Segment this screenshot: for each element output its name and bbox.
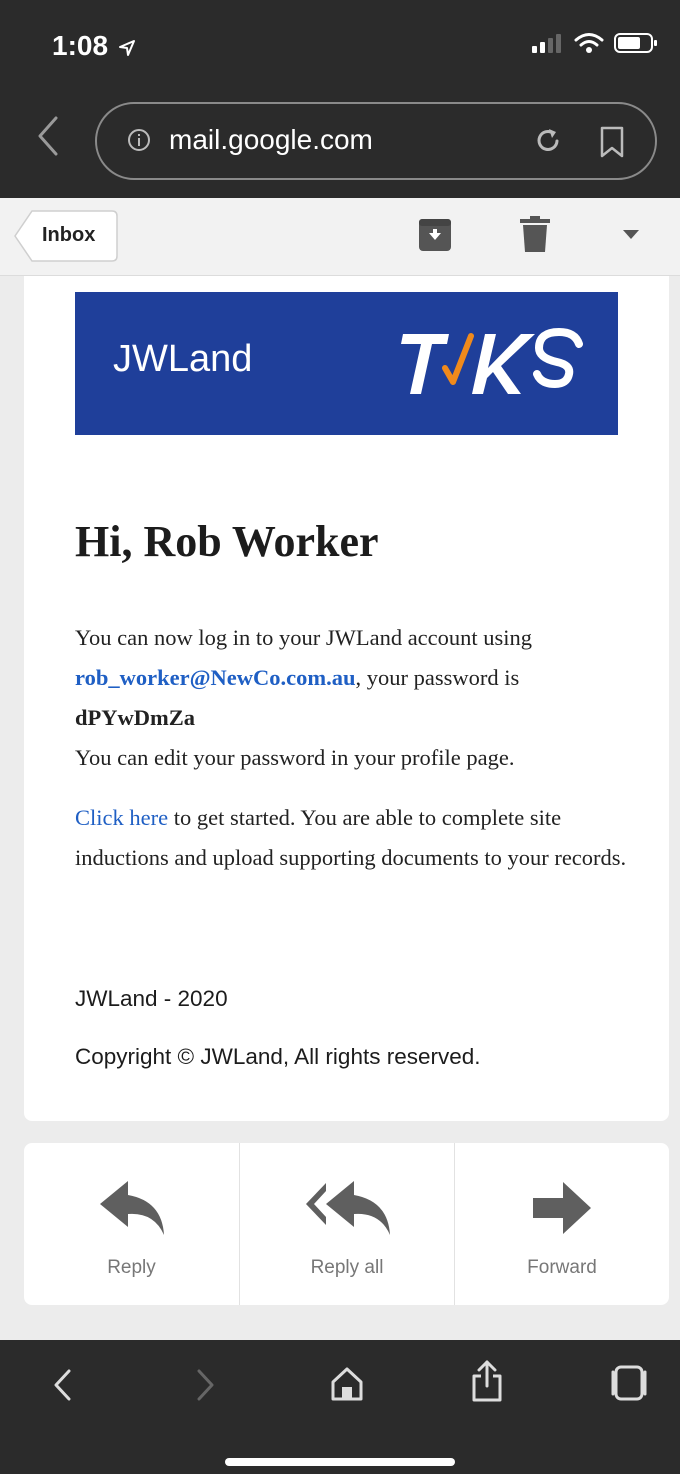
get-started-paragraph: Click here to get started. You are able … bbox=[75, 798, 635, 878]
archive-icon[interactable] bbox=[418, 218, 452, 252]
banner-brand: JWLand bbox=[113, 338, 253, 380]
email-address-link[interactable]: rob_worker@NewCo.com.au bbox=[75, 665, 355, 690]
message-actions: Reply Reply all Forward bbox=[24, 1143, 669, 1305]
forward-button[interactable]: Forward bbox=[454, 1143, 669, 1305]
inbox-back-button[interactable]: Inbox bbox=[14, 210, 118, 262]
status-bar: 1:08 bbox=[0, 0, 680, 90]
password-value: dPYwDmZa bbox=[75, 705, 196, 730]
forward-label: Forward bbox=[527, 1257, 597, 1278]
home-indicator bbox=[225, 1458, 455, 1466]
login-paragraph: You can now log in to your JWLand accoun… bbox=[75, 618, 635, 778]
reply-all-button[interactable]: Reply all bbox=[239, 1143, 454, 1305]
email-view: JWLand Hi, Rob Worker You can now log in… bbox=[0, 276, 680, 1340]
greeting-heading: Hi, Rob Worker bbox=[75, 517, 379, 566]
reply-icon bbox=[99, 1181, 164, 1235]
signal-icon bbox=[532, 34, 561, 53]
browser-bottom-bar bbox=[0, 1340, 680, 1474]
footer-brand: JWLand - 2020 bbox=[75, 986, 228, 1011]
click-here-link[interactable]: Click here bbox=[75, 805, 168, 830]
status-indicators bbox=[532, 32, 658, 54]
reply-all-icon bbox=[306, 1181, 390, 1235]
edit-password-text: You can edit your password in your profi… bbox=[75, 745, 515, 770]
share-icon[interactable] bbox=[471, 1360, 503, 1402]
copyright-text: Copyright © JWLand, All rights reserved. bbox=[75, 1044, 481, 1069]
home-icon[interactable] bbox=[330, 1366, 364, 1402]
forward-icon bbox=[533, 1182, 591, 1234]
password-intro-text: , your password is bbox=[355, 665, 520, 690]
location-arrow-icon bbox=[118, 39, 135, 56]
wifi-icon bbox=[574, 33, 604, 53]
trash-icon[interactable] bbox=[520, 216, 550, 252]
inbox-label: Inbox bbox=[42, 224, 96, 246]
mail-toolbar: Inbox bbox=[0, 198, 680, 276]
login-intro-text: You can now log in to your JWLand accoun… bbox=[75, 625, 533, 650]
tabs-icon[interactable] bbox=[610, 1364, 648, 1402]
bookmark-icon[interactable] bbox=[599, 126, 625, 158]
browser-address-area: mail.google.com bbox=[0, 90, 680, 198]
address-bar[interactable]: mail.google.com bbox=[95, 102, 657, 180]
email-banner: JWLand bbox=[75, 292, 618, 435]
dropdown-icon[interactable] bbox=[622, 228, 640, 240]
email-body: JWLand Hi, Rob Worker You can now log in… bbox=[24, 276, 669, 1121]
reply-label: Reply bbox=[107, 1257, 156, 1278]
nav-forward-icon[interactable] bbox=[196, 1368, 216, 1402]
status-time: 1:08 bbox=[52, 30, 136, 62]
reload-icon[interactable] bbox=[533, 126, 563, 156]
back-chevron-icon[interactable] bbox=[36, 114, 60, 158]
info-icon[interactable] bbox=[127, 128, 151, 152]
nav-back-icon[interactable] bbox=[52, 1368, 72, 1402]
reply-all-label: Reply all bbox=[310, 1257, 384, 1278]
tjks-logo bbox=[401, 327, 583, 394]
battery-icon bbox=[614, 33, 657, 53]
url-text[interactable]: mail.google.com bbox=[169, 124, 373, 156]
reply-button[interactable]: Reply bbox=[24, 1143, 239, 1305]
